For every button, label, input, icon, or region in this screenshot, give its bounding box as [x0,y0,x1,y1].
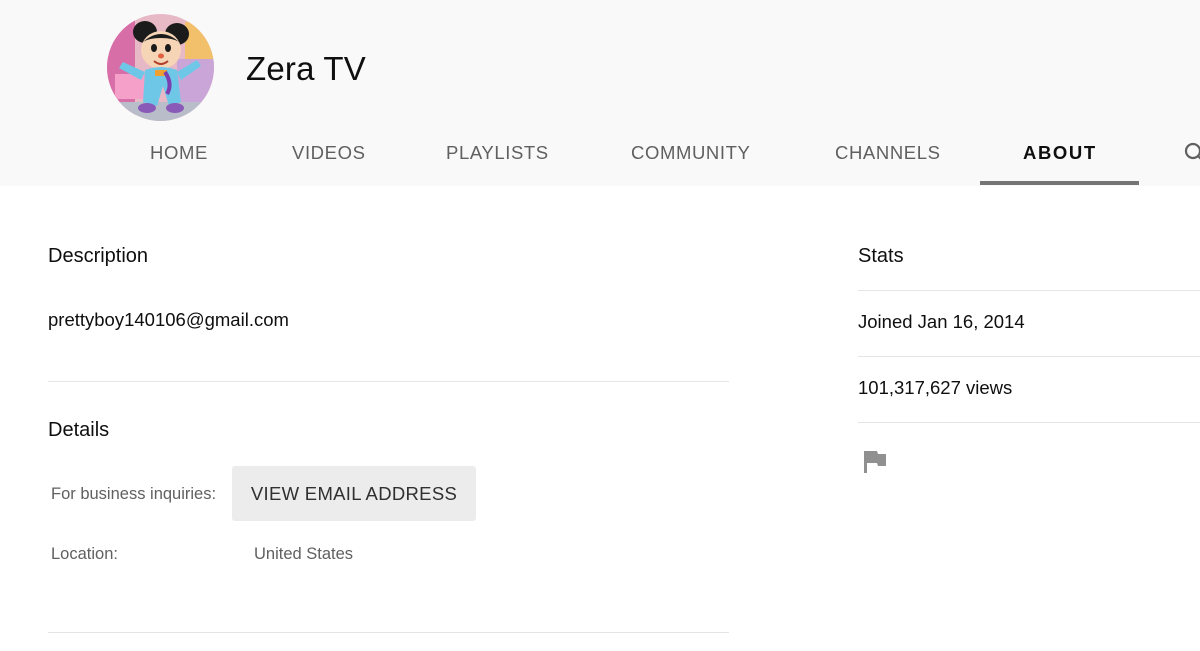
stats-divider-top [858,290,1200,291]
description-title: Description [48,245,149,267]
channel-tabs: HOME VIDEOS PLAYLISTS COMMUNITY CHANNELS… [0,122,1200,186]
details-divider [48,632,729,633]
stats-divider-bottom [858,422,1200,423]
search-icon[interactable] [1184,142,1200,164]
stats-title: Stats [858,245,904,267]
tab-home[interactable]: HOME [150,122,208,186]
cartoon-mouse-avatar-icon [107,14,214,121]
channel-name: Zera TV [246,50,366,87]
view-email-address-button[interactable]: VIEW EMAIL ADDRESS [232,466,476,521]
tab-playlists[interactable]: PLAYLISTS [446,122,549,186]
location-label: Location: [51,545,118,563]
tab-channels[interactable]: CHANNELS [835,122,941,186]
business-inquiries-label: For business inquiries: [51,485,217,503]
joined-date: Joined Jan 16, 2014 [858,311,1025,332]
tab-about[interactable]: ABOUT [1023,122,1097,186]
channel-avatar[interactable] [107,14,214,121]
flag-icon[interactable] [862,449,888,475]
tab-community[interactable]: COMMUNITY [631,122,750,186]
location-value: United States [254,545,354,563]
description-text: prettyboy140106@gmail.com [48,309,289,330]
details-title: Details [48,419,110,441]
stats-divider-middle [858,356,1200,357]
active-tab-indicator [980,181,1139,185]
description-divider [48,381,729,382]
view-count: 101,317,627 views [858,377,1013,398]
tab-videos[interactable]: VIDEOS [292,122,366,186]
